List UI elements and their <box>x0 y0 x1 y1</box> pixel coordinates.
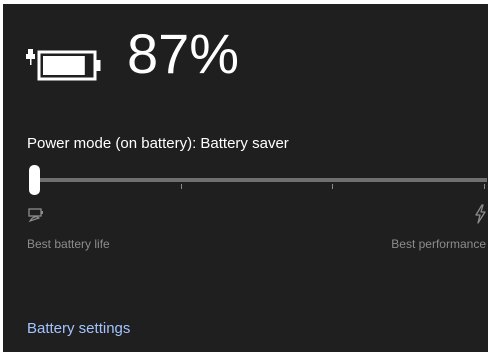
battery-level-fill <box>43 56 85 75</box>
best-performance-label: Best performance <box>391 237 486 251</box>
power-mode-slider[interactable] <box>27 164 487 200</box>
power-mode-label: Power mode (on battery): Battery saver <box>27 135 289 152</box>
slider-thumb[interactable] <box>29 165 40 195</box>
battery-leaf-icon <box>28 208 43 223</box>
battery-percentage: 87% <box>127 22 240 85</box>
slider-tick <box>484 184 485 189</box>
slider-track[interactable] <box>33 178 487 182</box>
slider-tick <box>181 184 182 189</box>
best-battery-life-label: Best battery life <box>27 237 110 251</box>
slider-tick <box>332 184 333 189</box>
battery-settings-link[interactable]: Battery settings <box>27 320 130 337</box>
battery-plugged-icon <box>26 49 101 81</box>
lightning-bolt-icon <box>475 204 486 224</box>
battery-flyout: 87% Power mode (on battery): Battery sav… <box>3 4 488 352</box>
